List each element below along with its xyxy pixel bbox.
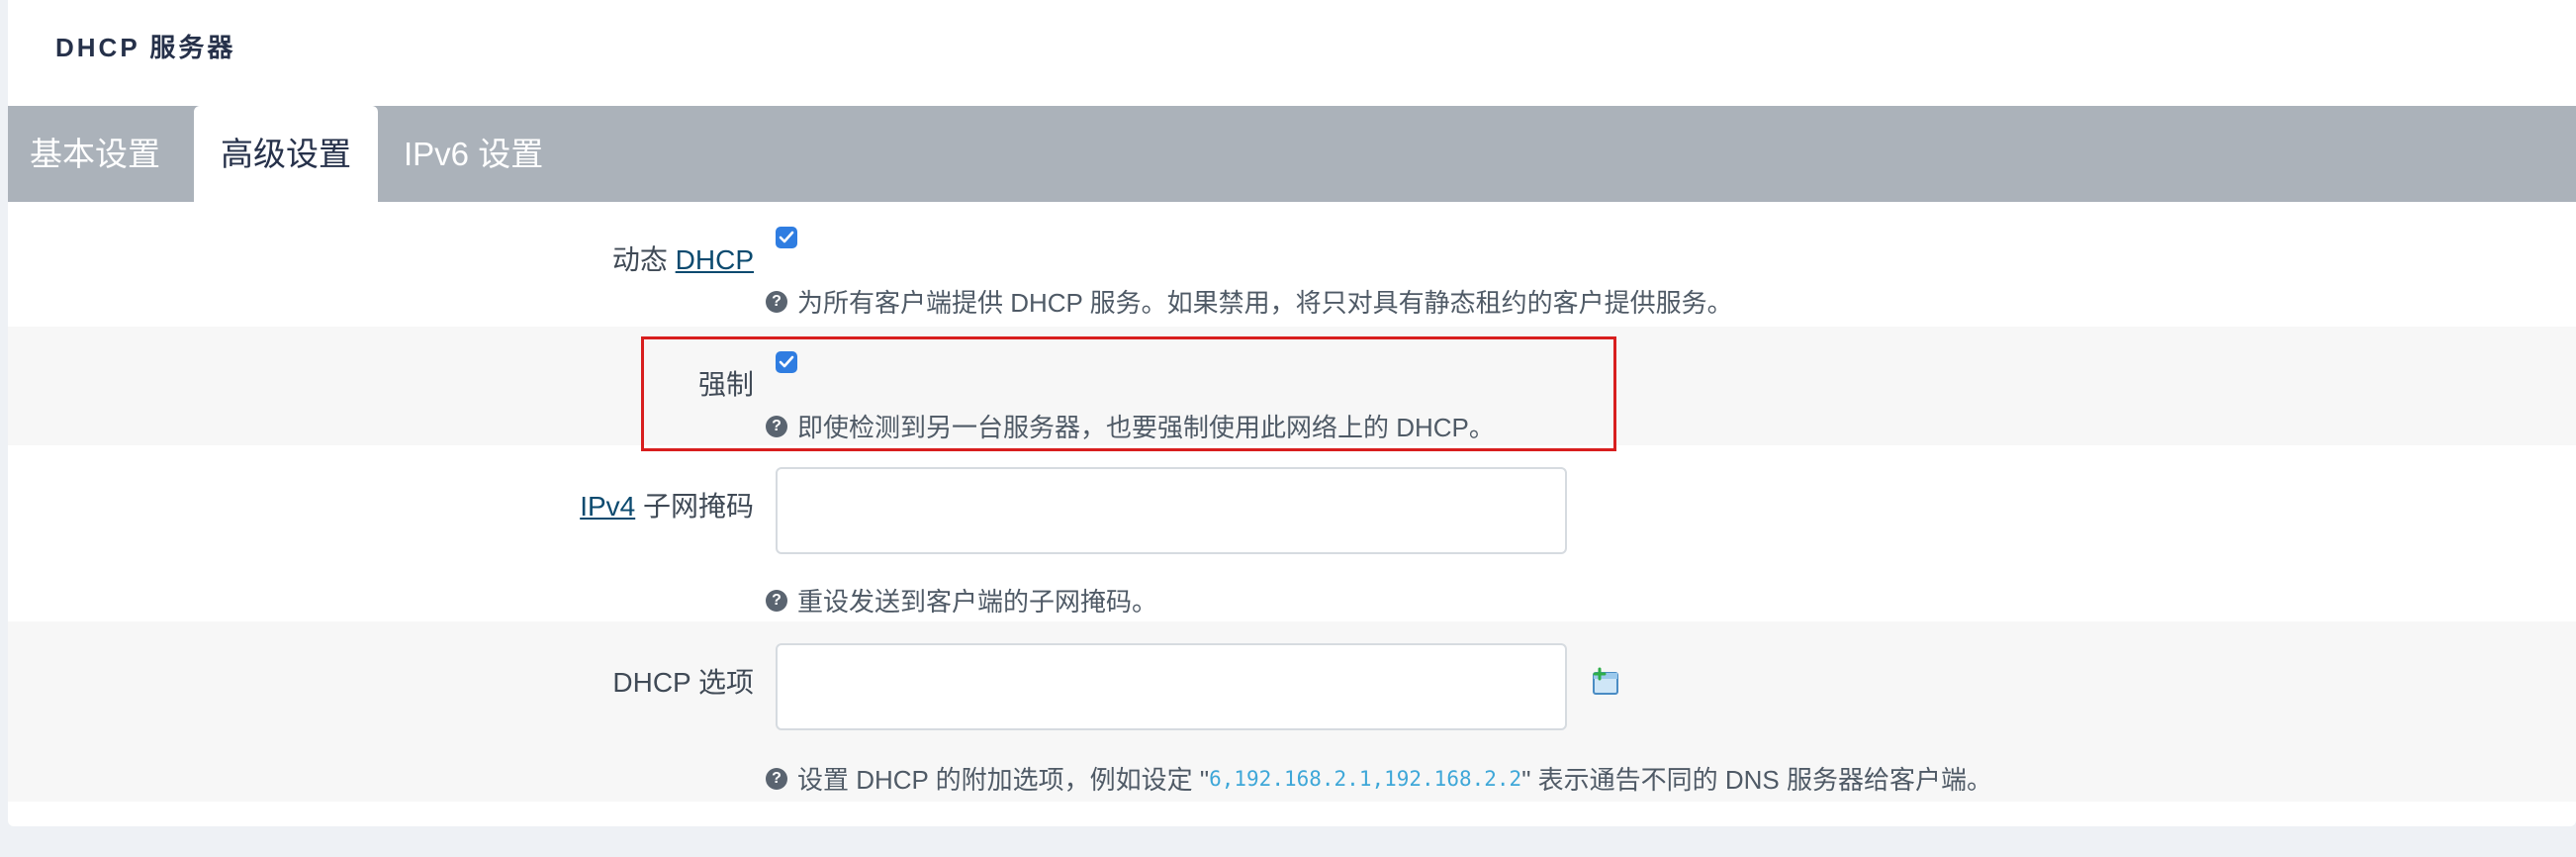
row-dhcp-options: DHCP 选项 ? 设置 DHCP 的附加选项，例如设定 " 6,192.168.… xyxy=(8,621,2576,802)
question-circle-icon: ? xyxy=(766,767,787,790)
dhcp-options-input[interactable] xyxy=(776,643,1567,730)
dhcp-options-help-text-after: " 表示通告不同的 DNS 服务器给客户端。 xyxy=(1521,765,1992,795)
dhcp-options-help-code: 6,192.168.2.1,192.168.2.2 xyxy=(1209,766,1522,791)
checkmark-icon xyxy=(779,355,794,368)
row-ipv4-netmask: IPv4 子网掩码 ? 重设发送到客户端的子网掩码。 xyxy=(8,445,2576,621)
dynamic-dhcp-label-text: 动态 xyxy=(611,244,676,275)
dhcp-options-help-text-before: 设置 DHCP 的附加选项，例如设定 " xyxy=(797,765,1210,795)
tab-bar: 基本设置 高级设置 IPv6 设置 xyxy=(8,106,2576,202)
dynamic-dhcp-help: ? 为所有客户端提供 DHCP 服务。如果禁用，将只对具有静态租约的客户提供服务… xyxy=(766,283,1733,320)
row-dynamic-dhcp: 动态 DHCP ? 为所有客户端提供 DHCP 服务。如果禁用，将只对具有静态租… xyxy=(8,202,2576,327)
ipv4-netmask-label-text: 子网掩码 xyxy=(635,491,754,522)
force-checkbox[interactable] xyxy=(776,351,797,373)
checkmark-icon xyxy=(779,231,794,243)
ipv4-netmask-input[interactable] xyxy=(776,467,1567,554)
row-force: 强制 ? 即使检测到另一台服务器，也要强制使用此网络上的 DHCP。 xyxy=(8,327,2576,445)
question-circle-icon: ? xyxy=(766,415,787,437)
force-help: ? 即使检测到另一台服务器，也要强制使用此网络上的 DHCP。 xyxy=(766,408,1495,444)
dynamic-dhcp-checkbox[interactable] xyxy=(776,227,797,248)
ipv4-netmask-help-text: 重设发送到客户端的子网掩码。 xyxy=(797,587,1158,617)
panel-title: DHCP 服务器 xyxy=(55,33,236,62)
tab-basic-settings[interactable]: 基本设置 xyxy=(30,106,160,202)
dhcp-server-panel: DHCP 服务器 基本设置 高级设置 IPv6 设置 动态 DHCP ? 为所有… xyxy=(8,0,2576,826)
force-help-text: 即使检测到另一台服务器，也要强制使用此网络上的 DHCP。 xyxy=(797,413,1495,442)
dhcp-abbr-link[interactable]: DHCP xyxy=(676,244,754,275)
dhcp-options-help: ? 设置 DHCP 的附加选项，例如设定 " 6,192.168.2.1,192.… xyxy=(766,760,1992,797)
force-label: 强制 xyxy=(697,369,754,400)
question-circle-icon: ? xyxy=(766,290,787,313)
question-circle-icon: ? xyxy=(766,589,787,612)
dynamic-dhcp-label: 动态 DHCP xyxy=(612,238,754,278)
ipv4-netmask-label: IPv4 子网掩码 xyxy=(580,485,754,524)
ipv4-netmask-help: ? 重设发送到客户端的子网掩码。 xyxy=(766,582,1157,619)
dynamic-dhcp-help-text: 为所有客户端提供 DHCP 服务。如果禁用，将只对具有静态租约的客户提供服务。 xyxy=(797,288,1733,318)
ipv4-abbr-link[interactable]: IPv4 xyxy=(580,491,635,522)
dhcp-options-label: DHCP 选项 xyxy=(612,667,754,698)
tab-ipv6-settings[interactable]: IPv6 设置 xyxy=(404,106,543,202)
add-option-icon[interactable] xyxy=(1591,667,1620,697)
tab-advanced-settings[interactable]: 高级设置 xyxy=(194,106,378,202)
